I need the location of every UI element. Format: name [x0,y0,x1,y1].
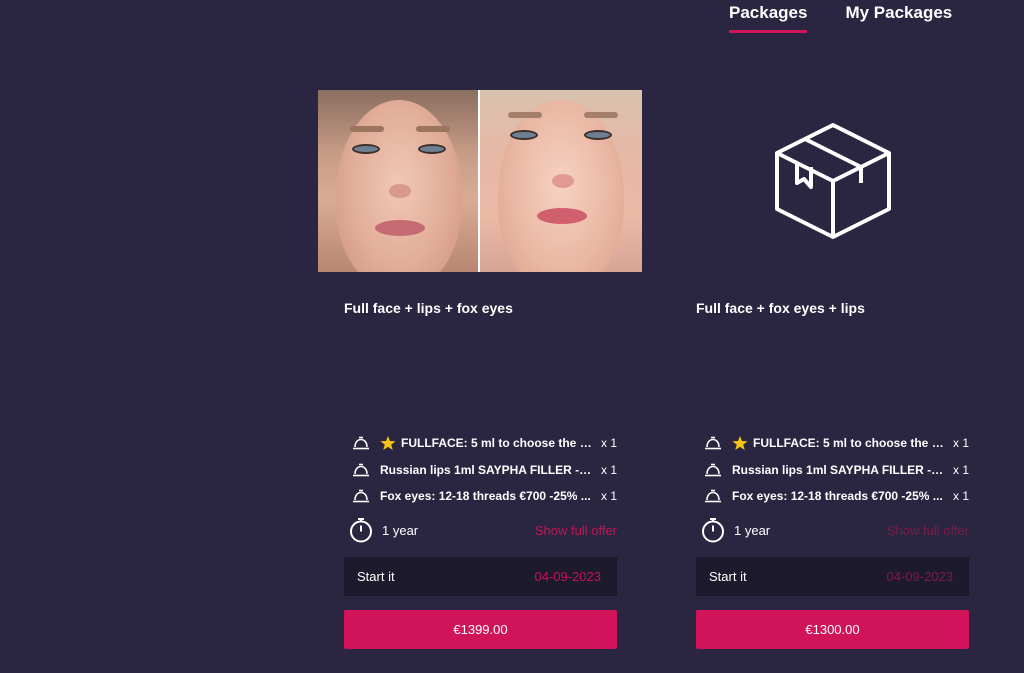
item-quantity: x 1 [600,462,617,477]
start-label: Start it [357,569,395,584]
item-name: Russian lips 1ml SAYPHA FILLER -2... [732,462,945,477]
tab-my-packages[interactable]: My Packages [845,0,952,29]
service-bell-icon [705,463,721,477]
package-image[interactable] [696,90,969,272]
item-name: Russian lips 1ml SAYPHA FILLER -2... [380,462,593,477]
start-date-row[interactable]: Start it 04-09-2023 [696,557,969,596]
service-bell-icon [705,489,721,503]
start-date: 04-09-2023 [886,569,954,584]
box-icon [774,123,891,239]
package-duration-row: 1 year Show full offer [344,516,617,544]
package-tabs: Packages My Packages [729,0,952,34]
packages-page: Packages My Packages Full face + lips + … [0,0,1024,673]
item-name: FULLFACE: 5 ml to choose the a... [753,436,945,451]
before-after-photo [318,90,643,272]
start-date: 04-09-2023 [534,569,602,584]
list-item: Russian lips 1ml SAYPHA FILLER -2... x 1 [344,457,617,484]
package-items-list: FULLFACE: 5 ml to choose the a... x 1 Ru… [696,430,969,510]
before-photo [318,90,480,272]
package-card: Full face + lips + fox eyes FULLFACE: 5 … [318,90,642,649]
start-label: Start it [709,569,747,584]
list-item: FULLFACE: 5 ml to choose the a... x 1 [696,430,969,457]
start-date-row[interactable]: Start it 04-09-2023 [344,557,617,596]
package-image[interactable] [318,90,643,272]
show-full-offer-link[interactable]: Show full offer [887,523,969,538]
stopwatch-icon [702,518,724,543]
list-item: FULLFACE: 5 ml to choose the a... x 1 [344,430,617,457]
item-quantity: x 1 [952,489,969,504]
duration-text: 1 year [734,522,771,538]
package-title: Full face + lips + fox eyes [344,300,513,316]
service-bell-icon [353,489,369,503]
buy-price-button[interactable]: €1399.00 [344,610,617,649]
item-name: Fox eyes: 12-18 threads €700 -25% ... [732,489,943,504]
show-full-offer-link[interactable]: Show full offer [535,523,617,538]
buy-price-button[interactable]: €1300.00 [696,610,969,649]
item-name: Fox eyes: 12-18 threads €700 -25% ... [380,489,591,504]
duration-text: 1 year [382,522,419,538]
item-quantity: x 1 [600,436,617,451]
package-items-list: FULLFACE: 5 ml to choose the a... x 1 Ru… [344,430,617,510]
service-bell-icon [705,436,721,450]
tab-packages[interactable]: Packages [729,0,808,33]
package-title: Full face + fox eyes + lips [696,300,865,316]
star-icon [380,436,396,451]
list-item: Fox eyes: 12-18 threads €700 -25% ... x … [344,483,617,510]
package-duration-row: 1 year Show full offer [696,516,969,544]
after-photo [480,90,642,272]
stopwatch-icon [350,518,372,543]
service-bell-icon [353,463,369,477]
item-quantity: x 1 [600,489,617,504]
item-quantity: x 1 [952,462,969,477]
package-card: Full face + fox eyes + lips FULLFACE: 5 … [696,90,969,649]
list-item: Fox eyes: 12-18 threads €700 -25% ... x … [696,483,969,510]
star-icon [732,436,748,451]
item-quantity: x 1 [952,436,969,451]
service-bell-icon [353,436,369,450]
item-name: FULLFACE: 5 ml to choose the a... [401,436,593,451]
list-item: Russian lips 1ml SAYPHA FILLER -2... x 1 [696,457,969,484]
